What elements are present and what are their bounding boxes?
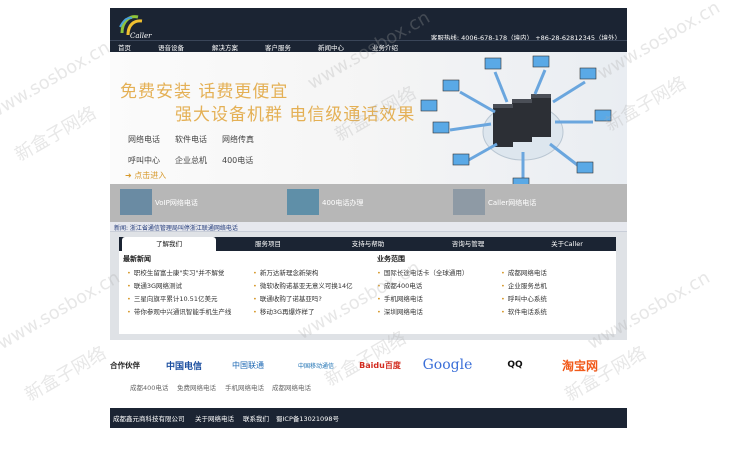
news-item[interactable]: 联通3G网络测试 xyxy=(127,280,182,290)
tab-panel: 最新新闻 职校生留富士康"实习"并不解觉 联通3G网络测试 三星向旗平累计10.… xyxy=(119,251,616,334)
main-nav: 首页 语音设备 解决方案 客户服务 新闻中心 业务介绍 xyxy=(110,40,627,52)
footer-company: 成都鑫元商科技有限公司 xyxy=(113,415,185,423)
nav-item-home[interactable]: 首页 xyxy=(118,42,131,52)
business-item[interactable]: 软件电话系统 xyxy=(501,306,547,316)
service-pbx[interactable]: 企业总机 xyxy=(175,155,207,166)
news-item[interactable]: 三星向旗平累计10.51亿美元 xyxy=(127,293,218,303)
tab-about-caller[interactable]: 关于Caller xyxy=(520,237,614,251)
footer-contact-link[interactable]: 联系我们 xyxy=(243,413,269,423)
tab-consult[interactable]: 咨询与管理 xyxy=(420,237,516,251)
news-item[interactable]: 带你参观中兴通讯智能手机生产线 xyxy=(127,306,242,318)
business-item[interactable]: 呼叫中心系统 xyxy=(501,293,547,303)
business-item[interactable]: 手机网络电话 xyxy=(377,293,423,303)
service-400[interactable]: 400电话 xyxy=(222,155,253,166)
thumb-voip-label[interactable]: VoIP网络电话 xyxy=(155,198,198,208)
partner-china-mobile-logo[interactable]: 中国移动通信 xyxy=(292,353,340,377)
partner-link[interactable]: 免费网络电话 xyxy=(177,382,216,392)
watermark: 新盒子网络 xyxy=(11,102,100,166)
service-network-phone[interactable]: 网络电话 xyxy=(128,134,160,145)
footer: 成都鑫元商科技有限公司 关于网络电话 联系我们 蜀ICP备13021098号 xyxy=(110,408,627,428)
nav-item-business[interactable]: 业务介绍 xyxy=(372,42,398,52)
thumb-voip-image[interactable] xyxy=(120,189,152,215)
news-ticker[interactable]: 新闻: 浙江省通信管理局叫停浙江联通网络电话 xyxy=(110,222,627,232)
partner-qq-logo[interactable]: QQ xyxy=(495,353,535,377)
thumb-caller-image[interactable] xyxy=(453,189,485,215)
footer-icp: 蜀ICP备13021098号 xyxy=(276,415,339,423)
partner-link[interactable]: 成都网络电话 xyxy=(272,382,311,392)
partner-taobao-logo[interactable]: 淘宝网 xyxy=(550,353,610,377)
slogan-secondary: 强大设备机群 电信级通话效果 xyxy=(175,105,416,125)
business-item[interactable]: 国际长途电话卡（全球通用） xyxy=(377,267,469,277)
news-item[interactable]: 职校生留富士康"实习"并不解觉 xyxy=(127,267,224,277)
nav-item-devices[interactable]: 语音设备 xyxy=(158,42,184,52)
partner-google-logo[interactable]: Google xyxy=(420,353,475,377)
news-ticker-text[interactable]: 新闻: 浙江省通信管理局叫停浙江联通网络电话 xyxy=(114,223,238,232)
nav-item-service[interactable]: 客户服务 xyxy=(265,42,291,52)
latest-news-title: 最新新闻 xyxy=(123,255,151,263)
info-section: 了解我们 服务项目 支持与帮助 咨询与管理 关于Caller 最新新闻 职校生留… xyxy=(110,232,627,340)
thumb-400-image[interactable] xyxy=(287,189,319,215)
business-title: 业务范围 xyxy=(377,255,405,263)
page: Caller 客服热线: 4006-678-178（境内） +86-28-628… xyxy=(110,8,627,428)
tab-support[interactable]: 支持与帮助 xyxy=(320,237,416,251)
partner-baidu-logo[interactable]: Baidu百度 xyxy=(359,353,401,377)
info-tabs: 了解我们 服务项目 支持与帮助 咨询与管理 关于Caller xyxy=(119,237,616,251)
business-item[interactable]: 深圳网络电话 xyxy=(377,306,423,316)
nav-item-solutions[interactable]: 解决方案 xyxy=(212,42,238,52)
thumb-400-label[interactable]: 400电话办理 xyxy=(322,198,363,208)
thumbnail-strip: VoIP网络电话 400电话办理 Caller网络电话 xyxy=(110,184,627,222)
caller-logo[interactable]: Caller xyxy=(116,11,156,41)
watermark: 新盒子网络 xyxy=(21,342,110,406)
logo-icon: Caller xyxy=(119,15,152,40)
enter-link[interactable]: ➜ 点击进入 xyxy=(125,170,166,181)
news-item[interactable]: 微软收购诺基亚无意义可换14亿 xyxy=(253,280,353,290)
watermark: www.sosbox.cn xyxy=(0,37,114,124)
server-network-illustration xyxy=(420,55,612,190)
news-item[interactable]: 联通收购了诺基亚吗? xyxy=(253,293,322,303)
service-call-center[interactable]: 呼叫中心 xyxy=(128,155,160,166)
partner-china-telecom-logo[interactable]: 中国电信 xyxy=(158,353,210,377)
service-soft-phone[interactable]: 软件电话 xyxy=(175,134,207,145)
slogan-primary: 免费安装 话费更便宜 xyxy=(120,82,289,102)
partner-china-unicom-logo[interactable]: 中国联通 xyxy=(224,353,272,377)
partners-label: 合作伙伴 xyxy=(110,361,140,370)
service-network-fax[interactable]: 网络传真 xyxy=(222,134,254,145)
partner-link[interactable]: 手机网络电话 xyxy=(225,382,264,392)
business-item[interactable]: 成都400电话 xyxy=(377,280,422,290)
nav-item-news[interactable]: 新闻中心 xyxy=(318,42,344,52)
hero-banner: 免费安装 话费更便宜 强大设备机群 电信级通话效果 网络电话 软件电话 网络传真… xyxy=(110,52,627,222)
business-item[interactable]: 成都网络电话 xyxy=(501,267,547,277)
svg-text:Caller: Caller xyxy=(130,32,152,40)
business-item[interactable]: 企业服务总机 xyxy=(501,280,547,290)
thumb-caller-label[interactable]: Caller网络电话 xyxy=(488,198,536,208)
partner-link[interactable]: 成都400电话 xyxy=(130,382,168,392)
watermark: www.sosbox.cn xyxy=(0,267,124,354)
news-item[interactable]: 新万达新理念新架构 xyxy=(253,267,319,277)
tab-services[interactable]: 服务项目 xyxy=(220,237,316,251)
footer-about-link[interactable]: 关于网络电话 xyxy=(195,413,234,423)
news-item[interactable]: 移动3G再爆炸样了 xyxy=(253,306,315,316)
tab-about-us[interactable]: 了解我们 xyxy=(122,237,216,251)
